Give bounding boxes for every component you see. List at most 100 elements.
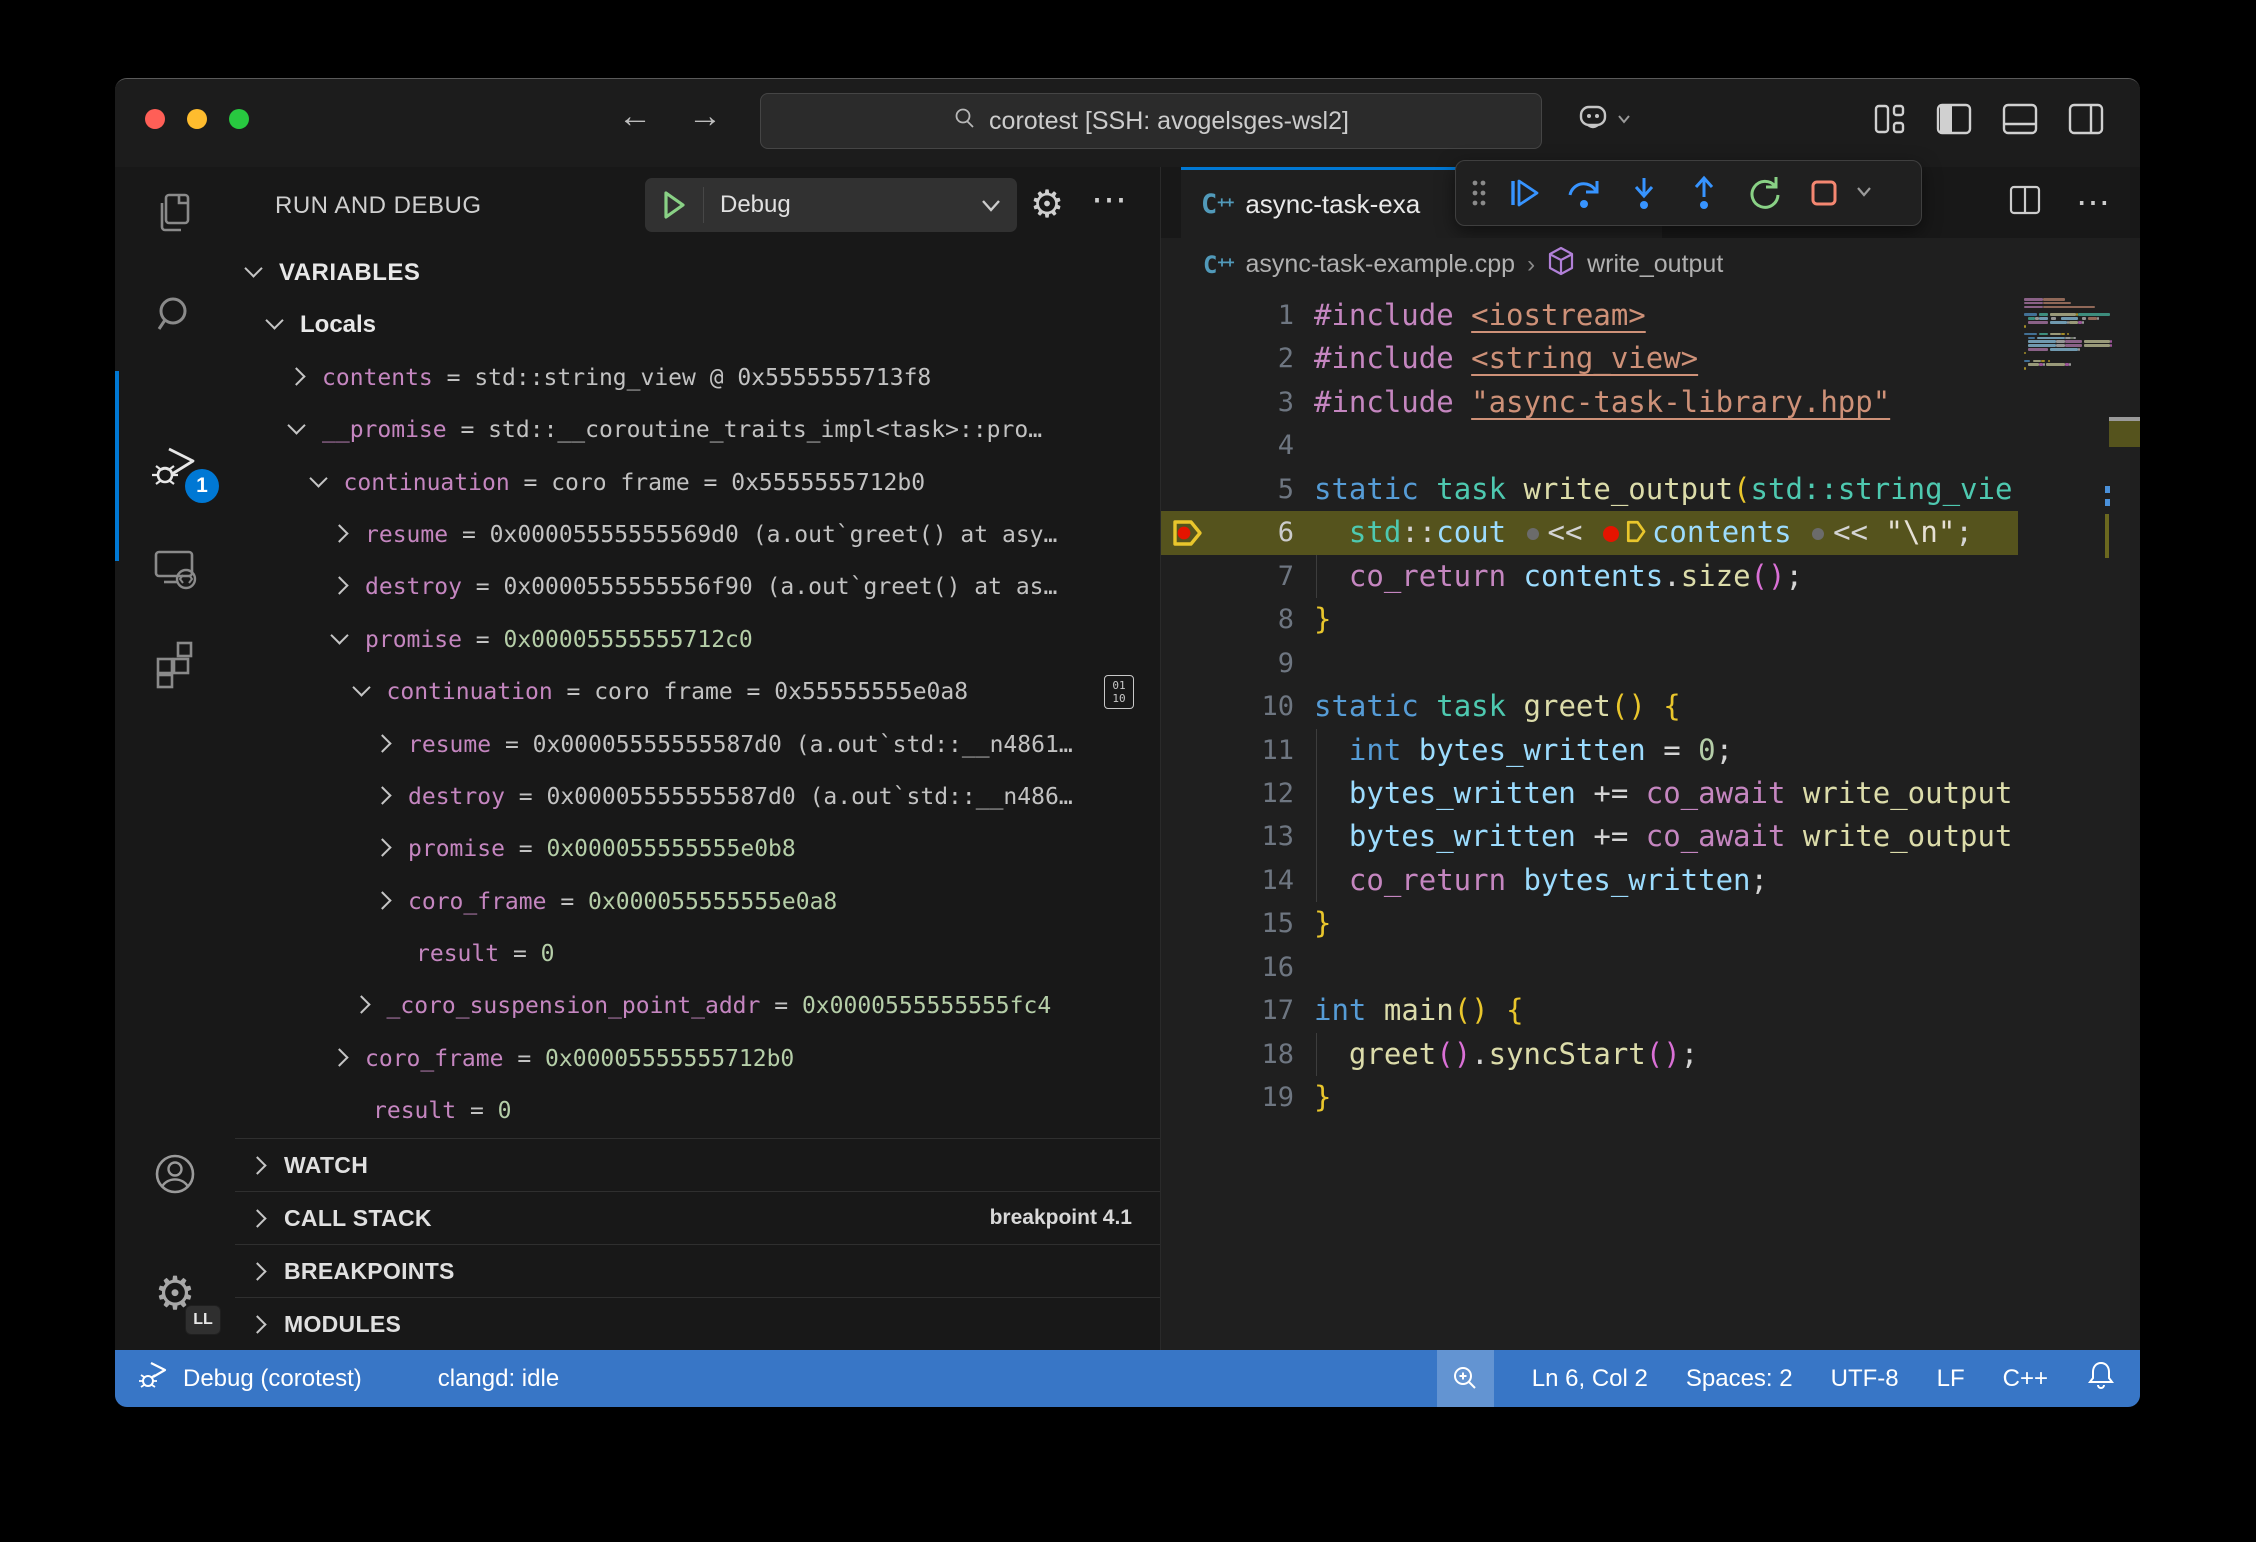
chevron-down-icon[interactable] <box>287 416 305 434</box>
code-line-17[interactable]: 17int main() { <box>1161 989 2018 1032</box>
status-indentation[interactable]: Spaces: 2 <box>1686 1365 1793 1393</box>
chevron-right-icon[interactable] <box>330 524 348 542</box>
pane-header-call-stack[interactable]: CALL STACKbreakpoint 4.1 <box>235 1191 1160 1244</box>
variable-row[interactable]: continuation = coro frame = 0x5555555712… <box>235 457 1160 509</box>
variable-row[interactable]: result = 0 <box>235 928 1160 980</box>
code-line-6[interactable]: 6 std::cout << contents << "\n"; <box>1161 511 2018 554</box>
code-line-12[interactable]: 12 bytes_written += co_await write_outpu… <box>1161 772 2018 815</box>
minimize-window-button[interactable] <box>187 109 207 129</box>
customize-layout-icon[interactable] <box>1871 101 1907 142</box>
chevron-down-icon[interactable] <box>309 469 327 487</box>
step-out-button[interactable] <box>1676 165 1732 221</box>
variables-pane-header[interactable]: VARIABLES <box>235 247 1160 299</box>
status-debug-target[interactable]: Debug (corotest) <box>183 1365 362 1393</box>
variable-row[interactable]: contents = std::string_view @ 0x55555557… <box>235 352 1160 404</box>
code-line-14[interactable]: 14 co_return bytes_written; <box>1161 859 2018 902</box>
chevron-right-icon[interactable] <box>373 839 391 857</box>
code-line-13[interactable]: 13 bytes_written += co_await write_outpu… <box>1161 815 2018 858</box>
breadcrumb-symbol[interactable]: write_output <box>1587 250 1723 279</box>
command-center-search[interactable]: corotest [SSH: avogelsges-wsl2] <box>760 93 1542 149</box>
variable-row[interactable]: promise = 0x00005555555712c0 <box>235 614 1160 666</box>
chevron-down-icon[interactable] <box>244 259 262 277</box>
code-line-9[interactable]: 9 <box>1161 642 2018 685</box>
code-line-11[interactable]: 11 int bytes_written = 0; <box>1161 729 2018 772</box>
sidebar-more-actions[interactable]: ⋯ <box>1091 178 1129 220</box>
scope-locals[interactable]: Locals <box>235 299 1160 351</box>
variable-row[interactable]: coro_frame = 0x000055555555e0a8 <box>235 876 1160 928</box>
minimap[interactable] <box>2020 291 2105 1350</box>
code-line-19[interactable]: 19} <box>1161 1076 2018 1119</box>
status-cursor-position[interactable]: Ln 6, Col 2 <box>1532 1365 1648 1393</box>
variable-row[interactable]: promise = 0x000055555555e0b8 <box>235 823 1160 875</box>
code-line-7[interactable]: 7 co_return contents.size(); <box>1161 555 2018 598</box>
chevron-right-icon[interactable] <box>352 996 370 1014</box>
code-line-4[interactable]: 4 <box>1161 424 2018 467</box>
sidebar-item-remote-explorer[interactable] <box>115 523 235 619</box>
instruction-pointer-icon[interactable] <box>1625 514 1647 554</box>
chevron-right-icon[interactable] <box>373 891 391 909</box>
view-binary-data-icon[interactable]: 0110 <box>1104 675 1134 709</box>
restart-button[interactable] <box>1736 165 1792 221</box>
chevron-down-icon[interactable] <box>352 678 370 696</box>
split-editor-icon[interactable] <box>2008 183 2042 222</box>
launch-config-dropdown[interactable]: Debug <box>645 178 1017 232</box>
pane-header-modules[interactable]: MODULES <box>235 1297 1160 1350</box>
toggle-primary-sidebar-icon[interactable] <box>1935 101 1973 142</box>
status-eol[interactable]: LF <box>1937 1365 1965 1393</box>
code-line-8[interactable]: 8} <box>1161 598 2018 641</box>
chevron-down-icon[interactable] <box>330 626 348 644</box>
variable-row[interactable]: result = 0 <box>235 1085 1160 1137</box>
code-line-18[interactable]: 18 greet().syncStart(); <box>1161 1033 2018 1076</box>
continue-button[interactable] <box>1496 165 1552 221</box>
sidebar-item-accounts[interactable] <box>115 1128 235 1224</box>
debug-settings-gear-icon[interactable]: ⚙ <box>1030 182 1064 227</box>
navigate-forward-button[interactable]: → <box>680 97 730 136</box>
stop-button[interactable] <box>1796 165 1852 221</box>
inline-breakpoint-candidate-icon[interactable] <box>1812 528 1824 540</box>
code-line-10[interactable]: 10static task greet() { <box>1161 685 2018 728</box>
code-line-1[interactable]: 1#include <iostream> <box>1161 294 2018 337</box>
chevron-right-icon[interactable] <box>330 1048 348 1066</box>
inline-breakpoint-icon[interactable] <box>1603 526 1619 542</box>
variable-row[interactable]: coro_frame = 0x00005555555712b0 <box>235 1033 1160 1085</box>
sidebar-item-search[interactable] <box>115 269 235 365</box>
chevron-right-icon[interactable] <box>287 367 305 385</box>
variable-row[interactable]: resume = 0x00005555555587d0 (a.out`std::… <box>235 719 1160 771</box>
sidebar-item-extensions[interactable] <box>115 616 235 712</box>
copilot-menu[interactable] <box>1575 101 1631 138</box>
variable-row[interactable]: destroy = 0x00005555555587d0 (a.out`std:… <box>235 771 1160 823</box>
zoom-window-button[interactable] <box>229 109 249 129</box>
close-window-button[interactable] <box>145 109 165 129</box>
sidebar-item-run-debug[interactable]: 1 <box>115 419 235 515</box>
code-line-15[interactable]: 15} <box>1161 902 2018 945</box>
sidebar-item-settings[interactable]: ⚙ LL <box>115 1245 235 1341</box>
status-encoding[interactable]: UTF-8 <box>1831 1365 1899 1393</box>
code-line-5[interactable]: 5static task write_output(std::string_vi… <box>1161 468 2018 511</box>
inline-breakpoint-candidate-icon[interactable] <box>1527 528 1539 540</box>
code-line-2[interactable]: 2#include <string_view> <box>1161 337 2018 380</box>
toolbar-drag-handle[interactable] <box>1466 165 1492 221</box>
status-language[interactable]: C++ <box>2003 1365 2048 1393</box>
toggle-secondary-sidebar-icon[interactable] <box>2067 101 2105 142</box>
pane-header-breakpoints[interactable]: BREAKPOINTS <box>235 1244 1160 1297</box>
chevron-right-icon[interactable] <box>330 577 348 595</box>
start-debug-button[interactable] <box>645 187 704 223</box>
pane-header-watch[interactable]: WATCH <box>235 1138 1160 1191</box>
chevron-right-icon[interactable] <box>373 786 391 804</box>
navigate-back-button[interactable]: ← <box>610 97 660 136</box>
chevron-right-icon[interactable] <box>373 734 391 752</box>
breadcrumb-file[interactable]: async-task-example.cpp <box>1246 250 1516 279</box>
chevron-down-icon[interactable] <box>265 312 283 330</box>
code-line-16[interactable]: 16 <box>1161 946 2018 989</box>
variable-row[interactable]: __promise = std::__coroutine_traits_impl… <box>235 404 1160 456</box>
variable-row[interactable]: _coro_suspension_point_addr = 0x00005555… <box>235 980 1160 1032</box>
step-into-button[interactable] <box>1616 165 1672 221</box>
variable-row[interactable]: continuation = coro frame = 0x55555555e0… <box>235 666 1160 718</box>
variable-row[interactable]: destroy = 0x0000555555556f90 (a.out`gree… <box>235 561 1160 613</box>
status-clangd[interactable]: clangd: idle <box>438 1365 559 1393</box>
zoom-indicator-button[interactable] <box>1437 1350 1494 1407</box>
step-over-button[interactable] <box>1556 165 1612 221</box>
toggle-panel-icon[interactable] <box>2001 101 2039 142</box>
sidebar-item-explorer[interactable] <box>115 167 235 263</box>
code-line-3[interactable]: 3#include "async-task-library.hpp" <box>1161 381 2018 424</box>
